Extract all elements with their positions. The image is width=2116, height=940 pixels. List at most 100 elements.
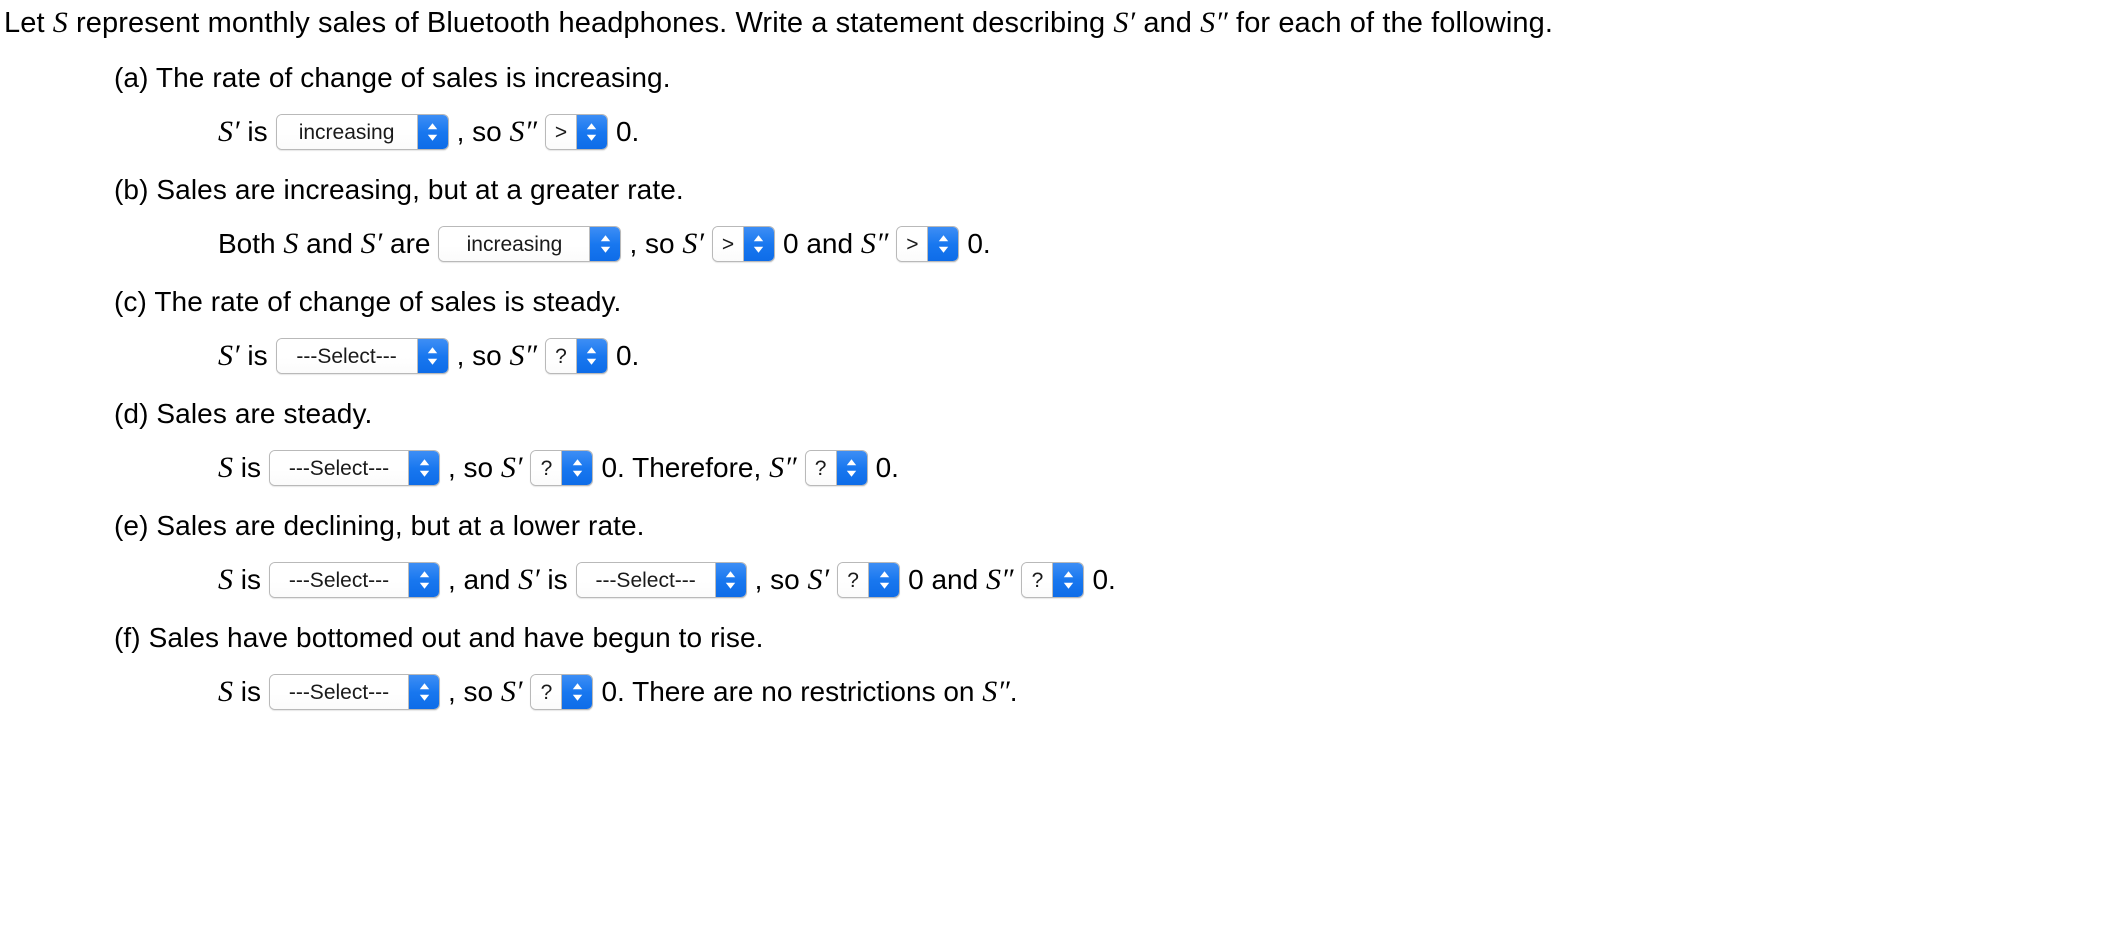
updown-chevron-icon[interactable] bbox=[589, 227, 621, 261]
updown-chevron-icon[interactable] bbox=[575, 115, 607, 149]
answer-text: , so S″ bbox=[456, 339, 537, 372]
part-c-trend-select[interactable]: ---Select--- bbox=[275, 338, 449, 374]
part-f-answer-row: S is ---Select--- , so S′? 0. There are no … bbox=[0, 674, 2116, 710]
math-variable: S′ bbox=[807, 563, 830, 596]
exercise-prompt: Let S represent monthly sales of Bluetoo… bbox=[0, 0, 2116, 38]
part-e-trend-2-select[interactable]: ---Select--- bbox=[575, 562, 747, 598]
math-variable: S′ bbox=[500, 675, 523, 708]
part-a-trend-select[interactable]: increasing bbox=[275, 114, 449, 150]
math-variable: S bbox=[218, 563, 233, 596]
updown-chevron-icon[interactable] bbox=[714, 563, 746, 597]
answer-text: 0. bbox=[615, 116, 640, 147]
answer-text: , so S′ bbox=[448, 675, 523, 708]
part-f: (f) Sales have bottomed out and have beg… bbox=[0, 624, 2116, 710]
part-c-label: (c) The rate of change of sales is stead… bbox=[114, 286, 622, 317]
part-b-label: (b) Sales are increasing, but at a great… bbox=[114, 174, 684, 205]
prompt-variable-s-prime: S′ bbox=[1113, 6, 1136, 39]
parts-container: (a) The rate of change of sales is incre… bbox=[0, 64, 2116, 710]
part-c: (c) The rate of change of sales is stead… bbox=[0, 288, 2116, 374]
part-f-label: (f) Sales have bottomed out and have beg… bbox=[114, 622, 764, 653]
part-e-comparison-1-select[interactable]: ? bbox=[837, 562, 901, 598]
updown-chevron-icon[interactable] bbox=[835, 451, 867, 485]
updown-chevron-icon[interactable] bbox=[416, 115, 448, 149]
part-b-comparison-2-select-value: > bbox=[897, 227, 928, 261]
part-e: (e) Sales are declining, but at a lower … bbox=[0, 512, 2116, 598]
updown-chevron-icon[interactable] bbox=[1052, 563, 1084, 597]
math-variable: S″ bbox=[985, 563, 1014, 596]
part-a-comparison-select[interactable]: > bbox=[544, 114, 608, 150]
part-d-comparison-2-select[interactable]: ? bbox=[804, 450, 868, 486]
part-b-comparison-1-select[interactable]: > bbox=[711, 226, 775, 262]
part-e-trend-1-select-value: ---Select--- bbox=[270, 563, 408, 597]
math-variable: S″ bbox=[982, 675, 1010, 708]
updown-chevron-icon[interactable] bbox=[408, 563, 439, 597]
updown-chevron-icon[interactable] bbox=[561, 451, 593, 485]
part-d-trend-select[interactable]: ---Select--- bbox=[269, 450, 440, 486]
part-e-trend-2-select-value: ---Select--- bbox=[576, 563, 715, 597]
part-b: (b) Sales are increasing, but at a great… bbox=[0, 176, 2116, 262]
part-d-comparison-2-select-value: ? bbox=[805, 451, 836, 485]
updown-chevron-icon[interactable] bbox=[927, 227, 959, 261]
prompt-text-pre: Let bbox=[4, 7, 53, 39]
answer-text: 0. bbox=[875, 452, 899, 483]
updown-chevron-icon[interactable] bbox=[416, 339, 448, 373]
math-variable: S′ bbox=[218, 339, 240, 372]
math-variable: S′ bbox=[518, 563, 540, 596]
part-e-trend-1-select[interactable]: ---Select--- bbox=[269, 562, 440, 598]
part-f-trend-select[interactable]: ---Select--- bbox=[269, 674, 440, 710]
math-variable: S′ bbox=[682, 227, 704, 260]
answer-text: , so S′ bbox=[629, 227, 704, 260]
answer-text: S′ is bbox=[218, 339, 268, 372]
updown-chevron-icon[interactable] bbox=[868, 563, 900, 597]
math-variable: S′ bbox=[360, 227, 383, 260]
math-variable: S bbox=[218, 675, 233, 708]
part-d-answer-row: S is ---Select---, so S′? 0. Therefore, S″… bbox=[0, 450, 2116, 486]
updown-chevron-icon[interactable] bbox=[408, 451, 439, 485]
part-a-comparison-select-value: > bbox=[545, 115, 576, 149]
answer-text: , so S′ bbox=[448, 451, 523, 484]
answer-text: 0 and S″ bbox=[782, 227, 889, 260]
part-c-comparison-select-value: ? bbox=[545, 339, 576, 373]
part-a-answer-row: S′ is increasing , so S″ >0. bbox=[0, 114, 2116, 150]
part-d: (d) Sales are steady. S is ---Select--- , s… bbox=[0, 400, 2116, 486]
answer-text: 0. There are no restrictions on S″. bbox=[601, 675, 1018, 708]
prompt-variable-s: S bbox=[52, 6, 68, 39]
math-variable: S″ bbox=[509, 115, 537, 148]
exercise-page: Let S represent monthly sales of Bluetoo… bbox=[0, 0, 2116, 940]
part-c-comparison-select[interactable]: ? bbox=[544, 338, 608, 374]
math-variable: S″ bbox=[509, 339, 537, 372]
part-f-comparison-select-value: ? bbox=[531, 675, 562, 709]
answer-text: S is bbox=[218, 675, 261, 708]
math-variable: S″ bbox=[769, 451, 797, 484]
answer-text: , so S′ bbox=[754, 563, 830, 596]
answer-text: 0. Therefore, S″ bbox=[601, 451, 797, 484]
updown-chevron-icon[interactable] bbox=[742, 227, 774, 261]
part-b-trend-select-value: increasing bbox=[439, 227, 590, 261]
part-b-comparison-2-select[interactable]: > bbox=[896, 226, 960, 262]
answer-text: Both S and S′ are bbox=[218, 227, 431, 260]
part-c-answer-row: S′ is ---Select--- , so S″? 0. bbox=[0, 338, 2116, 374]
updown-chevron-icon[interactable] bbox=[561, 675, 593, 709]
answer-text: , so S″ bbox=[456, 115, 537, 148]
part-e-comparison-2-select[interactable]: ? bbox=[1021, 562, 1085, 598]
prompt-variable-s-double-prime: S″ bbox=[1200, 6, 1228, 39]
part-e-comparison-2-select-value: ? bbox=[1022, 563, 1053, 597]
part-d-comparison-1-select-value: ? bbox=[531, 451, 562, 485]
part-f-trend-select-value: ---Select--- bbox=[270, 675, 408, 709]
part-e-label: (e) Sales are declining, but at a lower … bbox=[114, 510, 645, 541]
part-d-trend-select-value: ---Select--- bbox=[270, 451, 408, 485]
answer-text: 0 and S″ bbox=[908, 563, 1014, 596]
part-e-comparison-1-select-value: ? bbox=[838, 563, 869, 597]
part-b-trend-select[interactable]: increasing bbox=[438, 226, 622, 262]
part-d-comparison-1-select[interactable]: ? bbox=[530, 450, 594, 486]
part-f-comparison-select[interactable]: ? bbox=[530, 674, 594, 710]
math-variable: S′ bbox=[218, 115, 240, 148]
part-d-label: (d) Sales are steady. bbox=[114, 398, 373, 429]
prompt-text-and: and bbox=[1135, 7, 1201, 39]
part-b-comparison-1-select-value: > bbox=[712, 227, 743, 261]
prompt-text-mid: represent monthly sales of Bluetooth hea… bbox=[67, 7, 1114, 39]
updown-chevron-icon[interactable] bbox=[408, 675, 439, 709]
updown-chevron-icon[interactable] bbox=[575, 339, 607, 373]
answer-text: 0. bbox=[1092, 564, 1116, 595]
answer-text: S is bbox=[218, 563, 261, 596]
